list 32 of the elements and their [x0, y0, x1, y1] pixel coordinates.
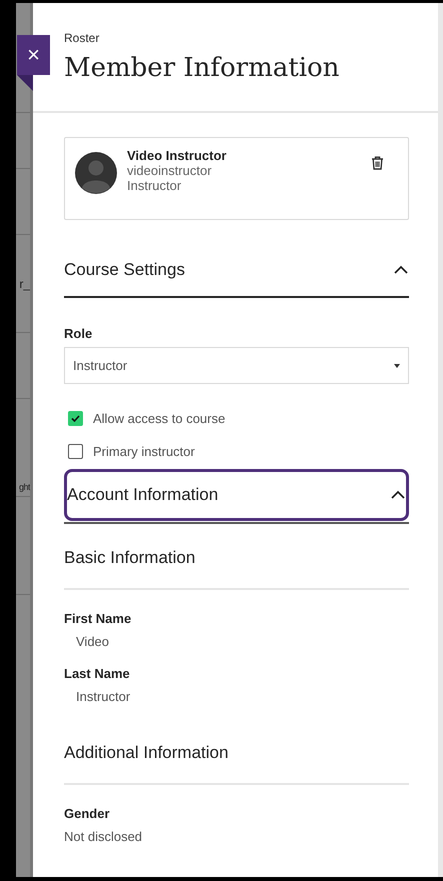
- fold-drawing: [17, 75, 33, 91]
- subsection-title: Basic Information: [64, 546, 409, 590]
- chevron-up-icon[interactable]: [393, 265, 409, 275]
- breadcrumb: Roster: [64, 30, 100, 46]
- member-name: Video Instructor: [127, 148, 228, 163]
- trash-icon: [371, 156, 384, 170]
- field-label: First Name: [64, 610, 132, 627]
- panel-title: Member Information: [64, 52, 340, 85]
- close-button[interactable]: ×: [17, 35, 50, 75]
- caret-icon: [394, 364, 400, 368]
- role-select[interactable]: Instructor: [64, 347, 409, 384]
- role-label: Role: [64, 326, 94, 342]
- subsection-title: Additional Information: [64, 741, 409, 785]
- checkbox[interactable]: [68, 411, 83, 426]
- chevron-up-icon[interactable]: [390, 490, 406, 500]
- cut-off-text: ght: [18, 480, 30, 494]
- cut-off-text: r_: [19, 276, 30, 292]
- account-information-header[interactable]: Account Information: [64, 469, 409, 521]
- field-value: Not disclosed: [64, 828, 144, 845]
- field-label: Gender: [64, 805, 111, 822]
- field-value: Instructor: [75, 688, 132, 705]
- avatar-icon: [75, 152, 117, 194]
- member-role: Instructor: [127, 178, 182, 193]
- course-settings-header[interactable]: Course Settings: [64, 250, 409, 298]
- delete-button[interactable]: [371, 156, 384, 170]
- member-username: videoinstructor: [127, 163, 213, 178]
- field-value: Video: [75, 633, 110, 650]
- checkbox[interactable]: [68, 444, 83, 459]
- check-icon: [71, 415, 80, 422]
- checkbox-label: Primary instructor: [93, 443, 195, 460]
- field-label: Last Name: [64, 665, 131, 682]
- checkbox-label: Allow access to course: [93, 410, 226, 427]
